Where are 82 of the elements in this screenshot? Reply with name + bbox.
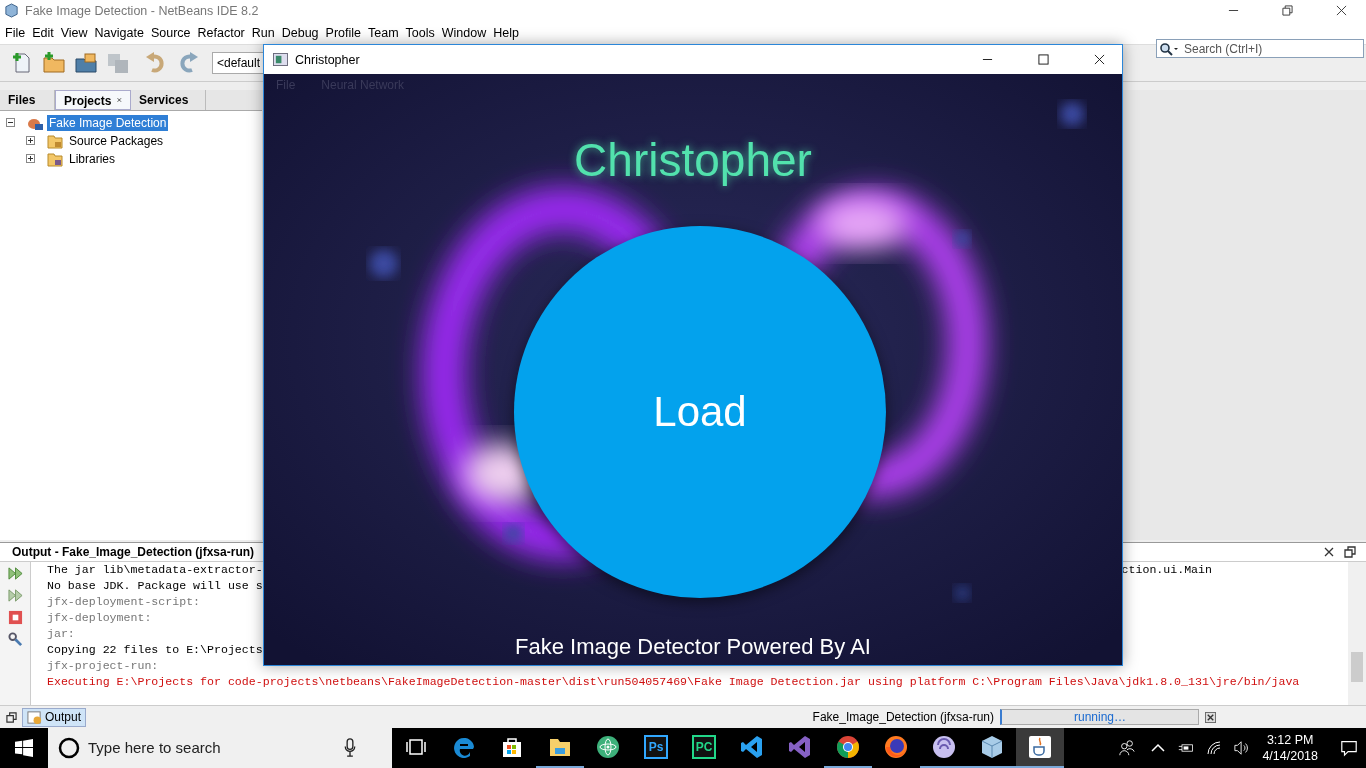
menu-item[interactable]: Window bbox=[438, 25, 491, 40]
search-field[interactable]: Type here to search bbox=[48, 728, 392, 768]
windows-logo-icon bbox=[15, 739, 33, 757]
globe-icon bbox=[884, 735, 908, 759]
menu-item[interactable]: Help bbox=[490, 25, 523, 40]
taskbar-button[interactable]: PC bbox=[680, 728, 728, 768]
window-title: Christopher bbox=[295, 52, 360, 67]
search-field[interactable]: Search (Ctrl+I) bbox=[1156, 39, 1364, 59]
app-tile: PC bbox=[692, 735, 716, 759]
clock-time[interactable]: 3:12 PM bbox=[1266, 732, 1314, 748]
close-icon[interactable] bbox=[1336, 5, 1347, 17]
panel-tab[interactable]: Projects bbox=[55, 89, 131, 110]
menu-item[interactable]: Run bbox=[248, 25, 279, 40]
output-line: jar: bbox=[47, 627, 75, 641]
close-icon[interactable] bbox=[1324, 546, 1334, 557]
rerun-icon[interactable] bbox=[7, 587, 23, 603]
volume-icon[interactable] bbox=[1234, 740, 1251, 756]
notification-icon[interactable] bbox=[1340, 739, 1358, 757]
output-line: jfx-project-run: bbox=[47, 659, 159, 673]
cube-icon bbox=[980, 735, 1004, 759]
maximize-icon[interactable] bbox=[1038, 54, 1049, 65]
scrollbar[interactable] bbox=[1348, 561, 1366, 706]
library-folder-icon bbox=[47, 150, 63, 167]
new-folder-icon[interactable] bbox=[42, 50, 66, 75]
app-tile: Ps bbox=[644, 735, 668, 759]
menu-item[interactable]: Navigate bbox=[91, 25, 148, 40]
disc-icon bbox=[932, 735, 956, 759]
tree-item[interactable]: Source Packages bbox=[67, 132, 166, 149]
menu-item[interactable]: Edit bbox=[29, 25, 58, 40]
cup-icon bbox=[1028, 735, 1052, 759]
output-line: No base JDK. Package will use s bbox=[47, 579, 263, 593]
folder-icon[interactable] bbox=[74, 50, 98, 75]
menu-item[interactable]: Source bbox=[147, 25, 195, 40]
search-icon bbox=[1159, 42, 1179, 57]
circle-icon bbox=[58, 737, 80, 759]
window-icon bbox=[273, 53, 288, 66]
footer-text: Fake Image Detector Powered By AI bbox=[515, 634, 871, 660]
tree-item[interactable]: Fake Image Detection bbox=[47, 114, 169, 131]
package-folder-icon bbox=[47, 132, 63, 149]
output-line: Executing E:\Projects for code-projects\netbeans\FakeImageDetection-master\dist\run504057469\Fake Image Detection.jar using platform C:\Program Files\Java\jdk1.8.0_131\jre/bin/java bbox=[47, 675, 1300, 689]
stop-icon[interactable] bbox=[7, 609, 23, 625]
output-line: The jar lib\metadata-extractor- bbox=[47, 563, 263, 577]
restore-icon[interactable] bbox=[6, 711, 17, 723]
configuration-dropdown[interactable]: <default bbox=[212, 51, 264, 74]
app-heading: Christopher bbox=[574, 133, 812, 188]
output-line: ction.ui.Main bbox=[1121, 563, 1212, 577]
rerun-icon[interactable] bbox=[7, 565, 23, 581]
collapse-toggle[interactable] bbox=[6, 118, 15, 128]
wifi-icon[interactable] bbox=[1206, 740, 1223, 756]
menu-item[interactable]: File bbox=[2, 25, 30, 40]
atom-icon bbox=[596, 735, 620, 759]
cube-icon bbox=[4, 3, 19, 19]
window-icon bbox=[27, 709, 42, 725]
expand-toggle[interactable] bbox=[26, 136, 35, 146]
clock-date[interactable]: 4/14/2018 bbox=[1262, 748, 1318, 764]
output-line: jfx-deployment-script: bbox=[47, 595, 201, 609]
panel-title: Output - Fake_Image_Detection (jfxsa-run) bbox=[12, 544, 255, 559]
restore-icon[interactable] bbox=[1282, 5, 1293, 17]
menu-item[interactable]: Refactor bbox=[194, 25, 249, 40]
output-tab[interactable]: Output bbox=[22, 707, 87, 727]
menu-item[interactable]: Team bbox=[365, 25, 403, 40]
cancel-icon[interactable] bbox=[1205, 711, 1216, 723]
shopping-bag-icon bbox=[500, 735, 524, 759]
microphone-icon[interactable] bbox=[344, 738, 356, 757]
restore-icon[interactable] bbox=[1344, 545, 1356, 558]
menu-item[interactable]: Tools bbox=[402, 25, 439, 40]
taskbar-button[interactable]: Ps bbox=[632, 728, 680, 768]
expand-toggle[interactable] bbox=[26, 154, 35, 164]
tree-item[interactable]: Libraries bbox=[67, 150, 118, 167]
browser-icon bbox=[452, 735, 476, 759]
output-line: Copying 22 files to E:\Projects bbox=[47, 643, 263, 657]
menu-item[interactable]: Profile bbox=[322, 25, 365, 40]
task-label: Fake_Image_Detection (jfxsa-run) bbox=[812, 710, 994, 725]
panel-tab[interactable]: Services bbox=[131, 89, 206, 110]
window-title: Fake Image Detection - NetBeans IDE 8.2 bbox=[25, 3, 259, 18]
people-icon[interactable] bbox=[1118, 739, 1137, 757]
close-icon[interactable] bbox=[1094, 54, 1105, 65]
menu-item[interactable]: View bbox=[57, 25, 92, 40]
menu-item[interactable]: Debug bbox=[278, 25, 323, 40]
output-line: jfx-deployment: bbox=[47, 611, 152, 625]
wheel-icon bbox=[836, 735, 860, 759]
taskbar-button[interactable] bbox=[1016, 728, 1064, 768]
